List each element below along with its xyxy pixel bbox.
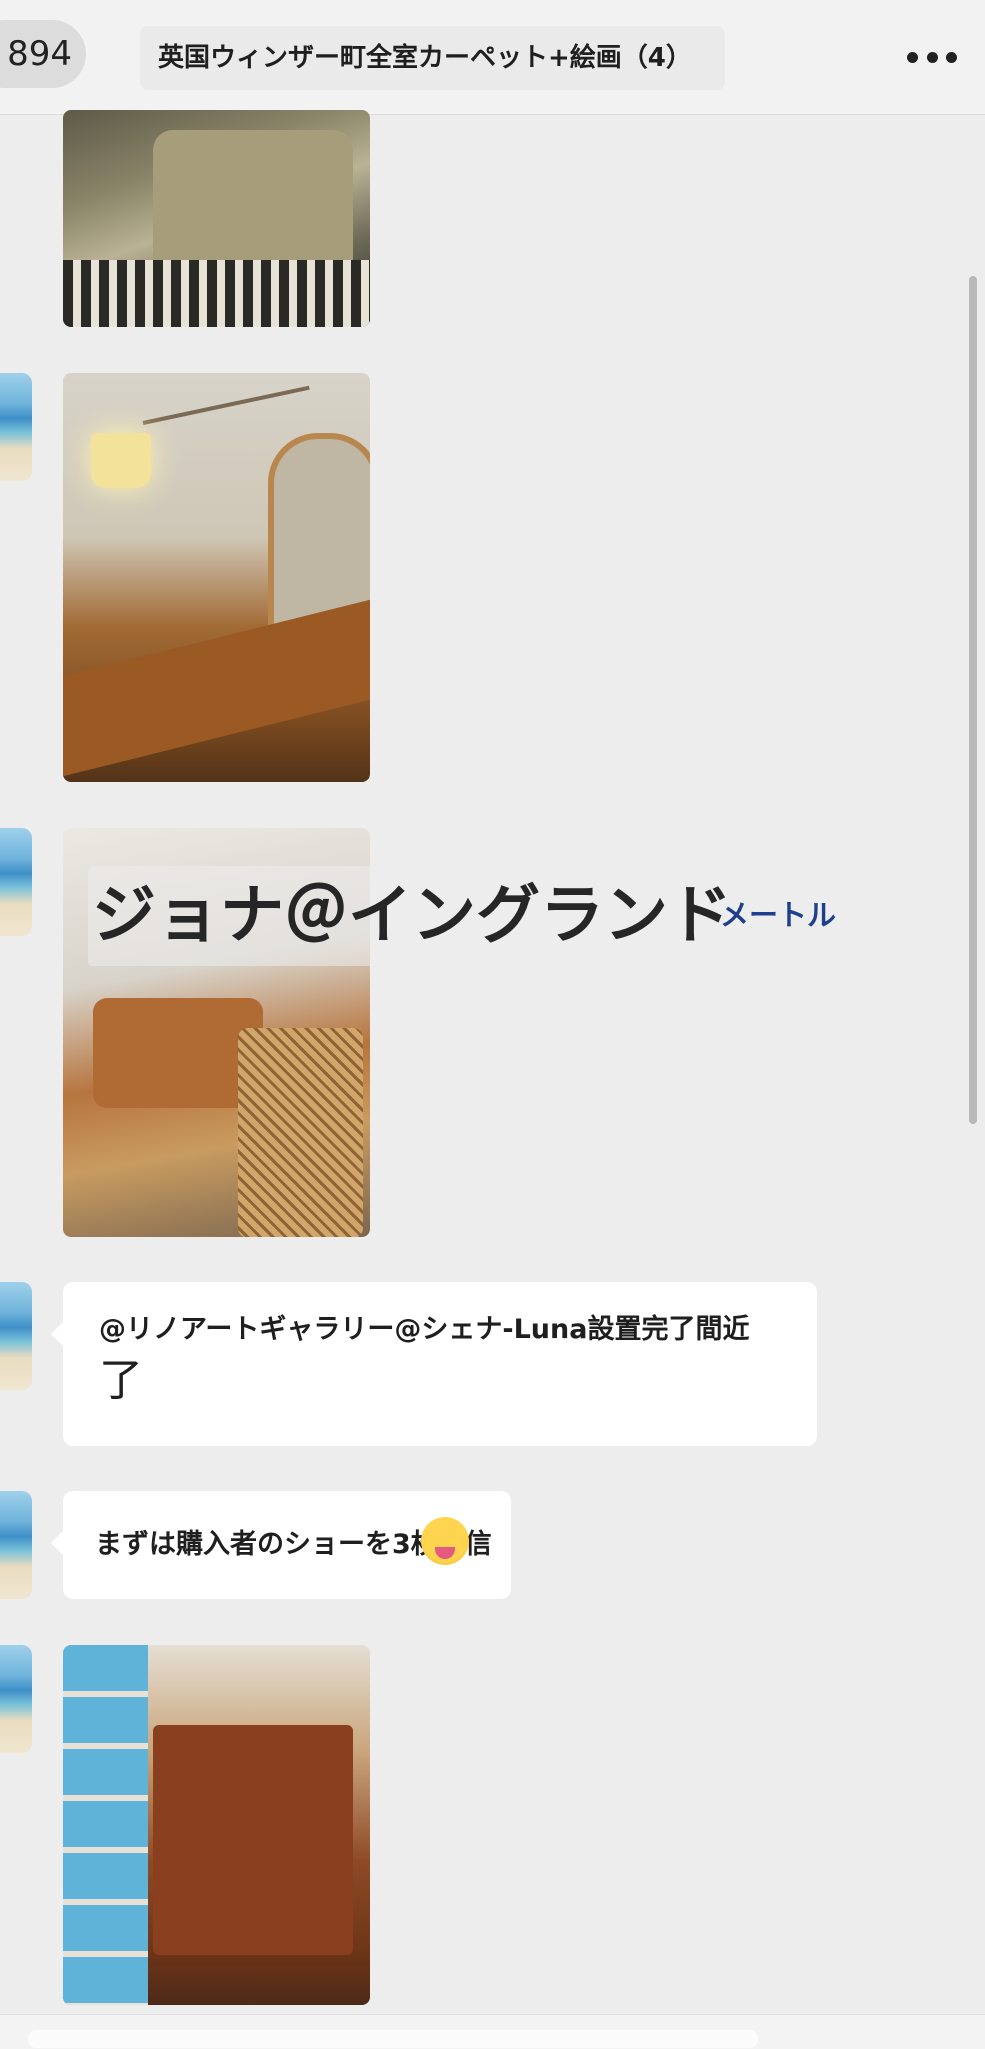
lamp-shade-shape — [91, 433, 151, 488]
dot — [907, 51, 918, 63]
avatar[interactable] — [0, 1491, 32, 1599]
chat-title: 英国ウィンザー町全室カーペット+絵画（4） — [140, 26, 725, 90]
message-image-cabinet[interactable] — [63, 1645, 370, 2005]
avatar[interactable] — [0, 1282, 32, 1390]
tongue-out-face-emoji-icon — [421, 1517, 469, 1565]
lamp-arm-shape — [142, 385, 310, 425]
avatar[interactable] — [0, 828, 32, 936]
overlay-caption-name: ジョナ＠イングランド — [92, 879, 732, 953]
avatar[interactable] — [0, 1645, 32, 1753]
armchair-shape — [153, 130, 353, 280]
dot — [926, 51, 938, 63]
cane-chair-shape — [238, 1028, 363, 1237]
avatar[interactable] — [0, 373, 32, 481]
overlay-caption-meta: メートル — [720, 898, 837, 932]
message-text-line: @リノアートギャラリー@シェナ-Luna設置完了間近 — [99, 1314, 750, 1345]
window-door-shape — [63, 1645, 148, 2005]
message-image-lamp-desk[interactable] — [63, 373, 370, 782]
message-image-armchair[interactable] — [63, 110, 370, 327]
message-text-line: 了 — [99, 1355, 143, 1406]
rug-shape — [63, 260, 370, 327]
message-input[interactable] — [28, 2030, 758, 2048]
desk-shape — [63, 599, 370, 777]
message-text-bubble[interactable]: まずは購入者のショーを3枚送信 — [51, 1491, 511, 1599]
message-text-bubble[interactable]: @リノアートギャラリー@シェナ-Luna設置完了間近 了 — [51, 1282, 817, 1446]
dot — [946, 51, 957, 63]
scrollbar[interactable] — [969, 276, 977, 1124]
more-dots-icon[interactable] — [907, 50, 957, 64]
cabinet-shape — [153, 1725, 353, 1955]
back-unread-count-button[interactable]: 894 — [0, 20, 86, 88]
chat-header: 894 英国ウィンザー町全室カーペット+絵画（4） — [0, 0, 985, 115]
